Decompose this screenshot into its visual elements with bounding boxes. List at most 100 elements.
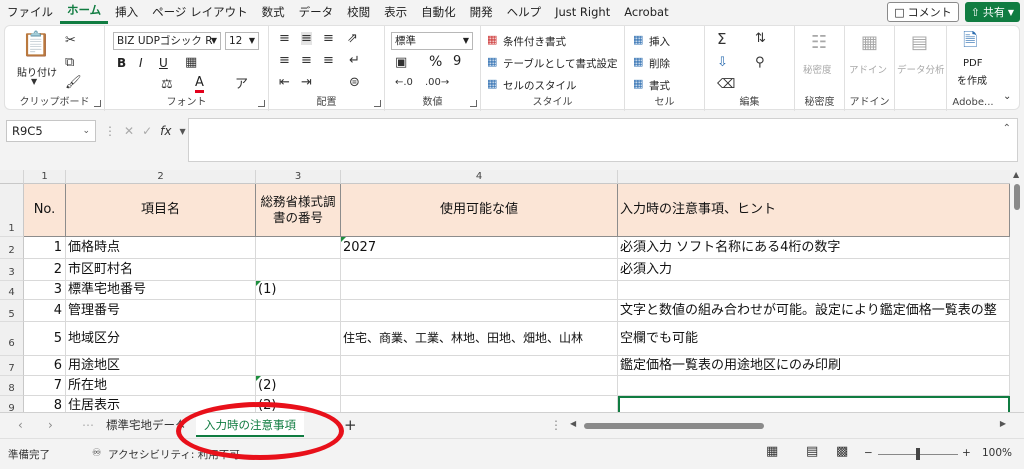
table-cell-no[interactable]: 8 xyxy=(24,396,66,412)
table-cell-no[interactable]: 7 xyxy=(24,376,66,396)
table-cell-notes[interactable]: 空欄でも可能 xyxy=(618,322,1010,356)
table-cell-no[interactable]: 5 xyxy=(24,322,66,356)
table-cell-notes[interactable]: 鑑定価格一覧表の用途地区にのみ印刷 xyxy=(618,356,1010,376)
page-break-view-icon[interactable]: ▩ xyxy=(836,444,848,459)
pdf-icon[interactable]: 🗎 xyxy=(963,32,977,50)
table-cell-notes[interactable]: 必須入力 xyxy=(618,259,1010,281)
active-cell-r9c5[interactable] xyxy=(618,396,1010,412)
vertical-scrollbar[interactable]: ▲ xyxy=(1010,170,1024,412)
expand-formula-icon[interactable]: ⌃ xyxy=(1003,123,1011,134)
row-header-7[interactable]: 7 xyxy=(0,356,24,376)
table-cell-values[interactable] xyxy=(341,281,618,300)
paste-button[interactable]: 貼り付け xyxy=(17,64,57,79)
table-cell-code[interactable] xyxy=(256,300,341,322)
table-cell-values[interactable] xyxy=(341,396,618,412)
increase-decimal-icon[interactable]: ←.0 xyxy=(395,78,413,88)
delete-cells-icon[interactable]: ▦ xyxy=(633,56,643,67)
number-format-select[interactable]: 標準 ▼ xyxy=(391,32,473,50)
delete-cells-button[interactable]: 削除 xyxy=(649,56,670,71)
align-right-icon[interactable]: ≡ xyxy=(323,54,334,67)
table-cell-values[interactable] xyxy=(341,376,618,396)
create-pdf-button-line1[interactable]: PDF xyxy=(963,58,982,69)
bold-button[interactable]: B xyxy=(117,56,126,70)
column-header-3[interactable]: 3 xyxy=(256,170,341,184)
table-cell-item[interactable]: 用途地区 xyxy=(66,356,256,376)
table-cell-values[interactable] xyxy=(341,356,618,376)
table-cell-code[interactable] xyxy=(256,322,341,356)
vertical-scroll-thumb[interactable] xyxy=(1014,184,1020,210)
tab-next-icon[interactable]: › xyxy=(48,418,53,432)
format-cells-icon[interactable]: ▦ xyxy=(633,78,643,89)
share-button[interactable]: ⇧ 共有 ▼ xyxy=(964,2,1020,22)
cancel-icon[interactable]: ✕ xyxy=(124,124,134,138)
align-middle-icon[interactable]: ≡ xyxy=(301,32,312,45)
create-pdf-button-line2[interactable]: を作成 xyxy=(957,72,987,87)
row-header-1[interactable]: 1 xyxy=(0,184,24,237)
align-left-icon[interactable]: ≡ xyxy=(279,54,290,67)
decrease-decimal-icon[interactable]: .00→ xyxy=(425,78,449,88)
row-header-2[interactable]: 2 xyxy=(0,237,24,259)
insert-function-button[interactable]: fx xyxy=(160,124,171,138)
table-cell-item[interactable]: 管理番号 xyxy=(66,300,256,322)
align-top-icon[interactable]: ≡ xyxy=(279,32,290,45)
select-all-corner[interactable] xyxy=(0,170,24,184)
tab-page-layout[interactable]: ページ レイアウト xyxy=(145,0,254,24)
table-cell-code[interactable]: (1) xyxy=(256,281,341,300)
chevron-down-icon[interactable]: ▼ xyxy=(179,127,185,136)
decrease-indent-icon[interactable]: ⇤ xyxy=(279,76,290,89)
table-cell-code[interactable] xyxy=(256,237,341,259)
table-cell-values[interactable] xyxy=(341,300,618,322)
header-cell-no[interactable]: No. xyxy=(24,184,66,237)
tab-automate[interactable]: 自動化 xyxy=(414,0,463,24)
font-family-select[interactable]: BIZ UDPゴシック R ▼ xyxy=(113,32,221,50)
header-cell-values[interactable]: 使用可能な値 xyxy=(341,184,618,237)
cell-styles-icon[interactable]: ▦ xyxy=(487,78,497,89)
tab-formulas[interactable]: 数式 xyxy=(255,0,292,24)
add-sheet-button[interactable]: + xyxy=(336,413,365,437)
row-header-6[interactable]: 6 xyxy=(0,322,24,356)
scroll-up-icon[interactable]: ▲ xyxy=(1013,170,1019,179)
comma-button[interactable]: 9 xyxy=(453,54,461,69)
align-center-icon[interactable]: ≡ xyxy=(301,54,312,67)
table-cell-item[interactable]: 標準宅地番号 xyxy=(66,281,256,300)
underline-button[interactable]: U xyxy=(159,56,168,70)
clipboard-launcher-icon[interactable] xyxy=(94,100,101,107)
column-header-4[interactable]: 4 xyxy=(341,170,618,184)
italic-button[interactable]: I xyxy=(139,56,143,70)
wrap-text-icon[interactable]: ↵ xyxy=(349,54,360,67)
fill-icon[interactable]: ⇩ xyxy=(717,56,728,69)
enter-icon[interactable]: ✓ xyxy=(142,124,152,138)
table-cell-no[interactable]: 4 xyxy=(24,300,66,322)
tab-file[interactable]: ファイル xyxy=(0,0,60,24)
table-cell-notes[interactable]: 必須入力 ソフト名称にある4桁の数字 xyxy=(618,237,1010,259)
row-header-4[interactable]: 4 xyxy=(0,281,24,300)
zoom-out-icon[interactable]: − xyxy=(864,447,873,459)
accessibility-status[interactable]: アクセシビリティ: 利用不可 xyxy=(108,447,240,462)
tab-help[interactable]: ヘルプ xyxy=(500,0,549,24)
table-cell-notes[interactable]: 文字と数値の組み合わせが可能。設定により鑑定価格一覧表の整 xyxy=(618,300,1010,322)
format-painter-icon[interactable]: 🖌 xyxy=(65,76,82,89)
table-cell-item[interactable]: 地域区分 xyxy=(66,322,256,356)
currency-icon[interactable]: ▣ xyxy=(395,56,407,69)
tab-home[interactable]: ホーム xyxy=(60,0,109,24)
tab-view[interactable]: 表示 xyxy=(377,0,414,24)
page-layout-view-icon[interactable]: ▤ xyxy=(806,444,818,459)
tab-acrobat[interactable]: Acrobat xyxy=(617,0,675,24)
format-cells-button[interactable]: 書式 xyxy=(649,78,670,93)
clear-icon[interactable]: ⌫ xyxy=(717,78,735,91)
tab-prev-icon[interactable]: ‹ xyxy=(18,418,23,432)
border-icon[interactable]: ▦ xyxy=(185,56,197,69)
comment-button[interactable]: □ コメント xyxy=(887,2,959,22)
paste-dropdown-icon[interactable]: ▼ xyxy=(31,78,37,86)
sort-filter-icon[interactable]: ⇅ xyxy=(755,32,766,45)
scroll-left-icon[interactable]: ◀ xyxy=(570,419,576,428)
copy-icon[interactable]: ⧉ xyxy=(65,56,74,69)
cell-styles-button[interactable]: セルのスタイル xyxy=(503,78,577,93)
tab-review[interactable]: 校閲 xyxy=(340,0,377,24)
table-cell-no[interactable]: 3 xyxy=(24,281,66,300)
table-cell-code[interactable] xyxy=(256,356,341,376)
alignment-launcher-icon[interactable] xyxy=(374,100,381,107)
percent-button[interactable]: % xyxy=(429,54,442,70)
horizontal-scrollbar[interactable]: ◀ ▶ xyxy=(568,419,1008,433)
find-select-icon[interactable]: ⚲ xyxy=(755,56,765,69)
